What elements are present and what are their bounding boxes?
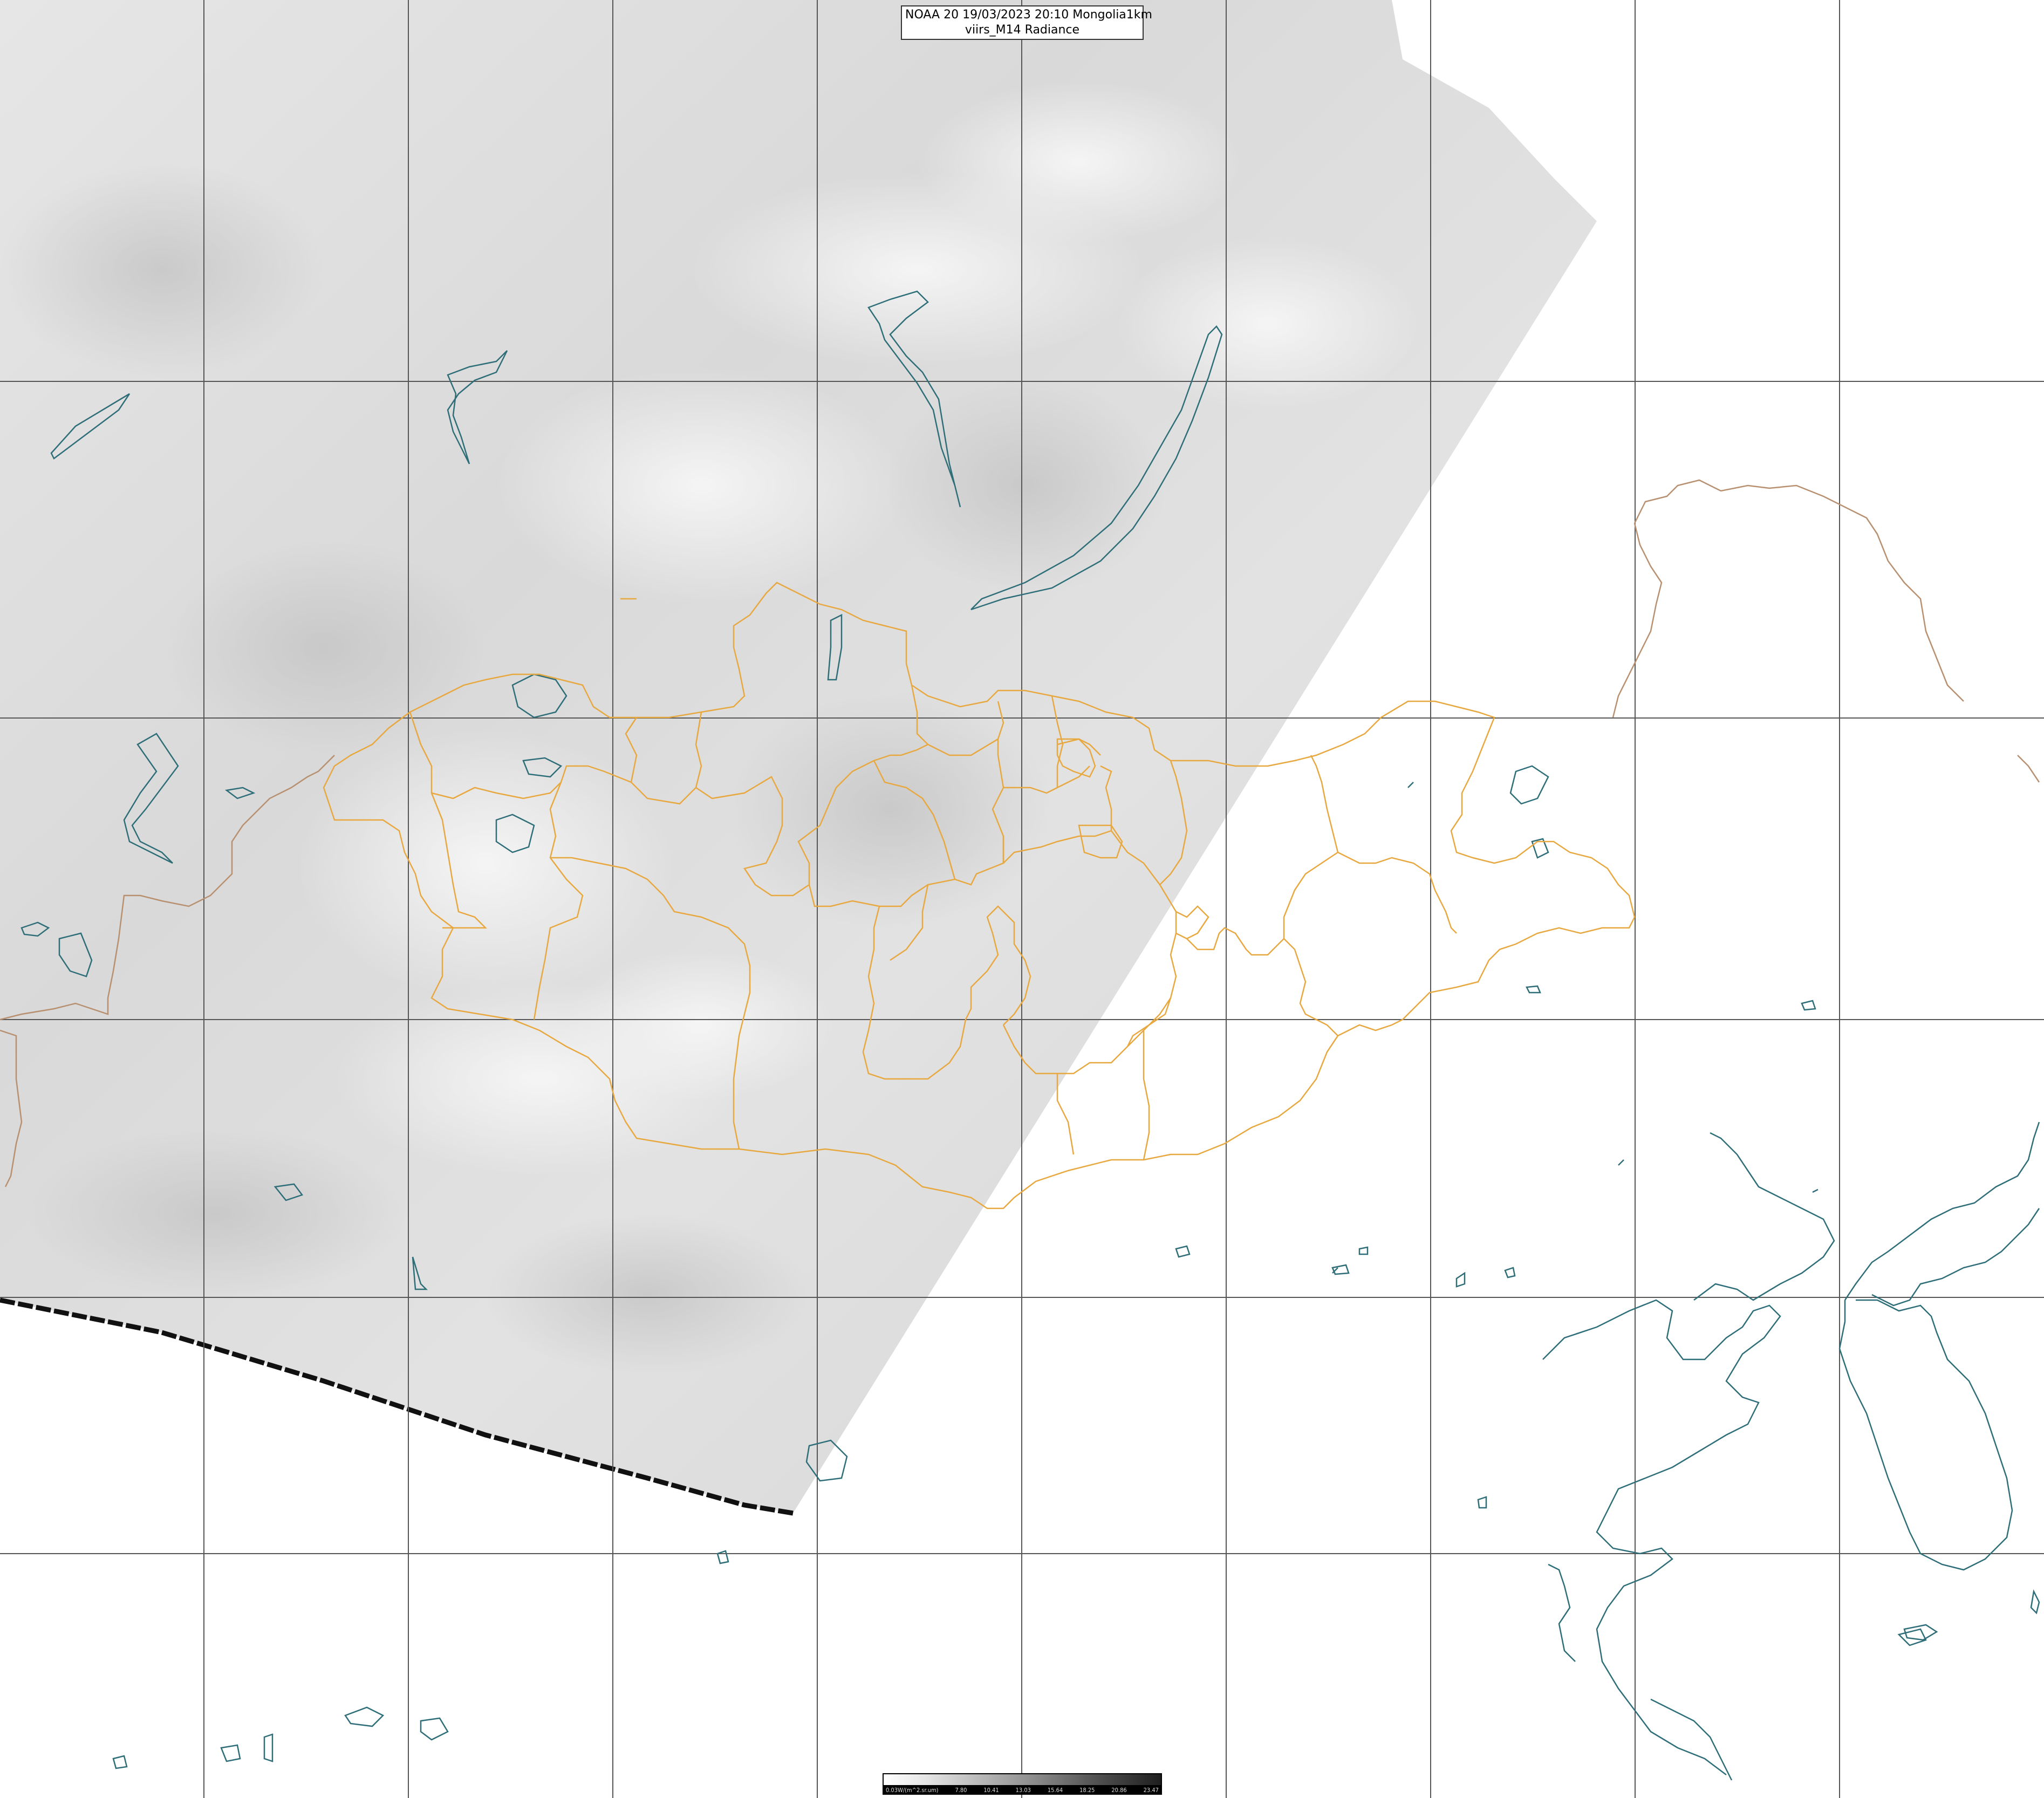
scale-label: 18.25 [1079, 1786, 1095, 1794]
korea-peninsula [1838, 1122, 2040, 1571]
minor-lakes-east [1175, 782, 1819, 1509]
lake-small-3 [220, 1744, 241, 1762]
russia-china-border-ne [1633, 479, 1964, 702]
lake-small-7 [1897, 1628, 1927, 1646]
lake-small-5 [112, 1755, 128, 1769]
scale-labels: 0.03W/(m^2.sr.um) 7.80 10.41 13.03 15.64… [884, 1785, 1161, 1794]
scale-label: 10.41 [983, 1786, 999, 1794]
color-ramp [884, 1774, 1161, 1785]
scale-label: 20.86 [1111, 1786, 1127, 1794]
title-line-2: viirs_M14 Radiance [965, 23, 1080, 37]
scale-label: 15.64 [1047, 1786, 1063, 1794]
russia-china-border-e [2017, 755, 2040, 783]
liaodong-coast [1693, 1132, 1835, 1301]
scale-label: 13.03 [1015, 1786, 1031, 1794]
radiance-color-scale: 0.03W/(m^2.sr.um) 7.80 10.41 13.03 15.64… [883, 1773, 1162, 1795]
lake-small-6 [716, 1550, 729, 1564]
japan-coast [2030, 1589, 2040, 1615]
lake-small-2 [420, 1717, 449, 1741]
lake-dalai [1526, 985, 1541, 994]
bohai-coast [1542, 1299, 1781, 1775]
scale-label: 0.03W/(m^2.sr.um) [886, 1786, 939, 1794]
lake-small-1 [344, 1706, 385, 1727]
scale-label: 7.80 [955, 1786, 967, 1794]
lake-small-4 [263, 1733, 274, 1762]
scale-label: 23.47 [1143, 1786, 1159, 1794]
northeast-coast [1871, 1208, 2040, 1307]
yangtze-coast [1548, 1563, 1733, 1781]
lake-small-8 [1801, 1000, 1816, 1011]
radiance-swath [0, 0, 1597, 1516]
russia-china-border-n [1612, 523, 1663, 718]
lake-hulun [1509, 765, 1549, 805]
title-line-1: NOAA 20 19/03/2023 20:10 Mongolia1km [905, 8, 1152, 22]
map-title: NOAA 20 19/03/2023 20:10 Mongolia1km vii… [901, 5, 1152, 40]
satellite-map [0, 0, 2044, 1798]
